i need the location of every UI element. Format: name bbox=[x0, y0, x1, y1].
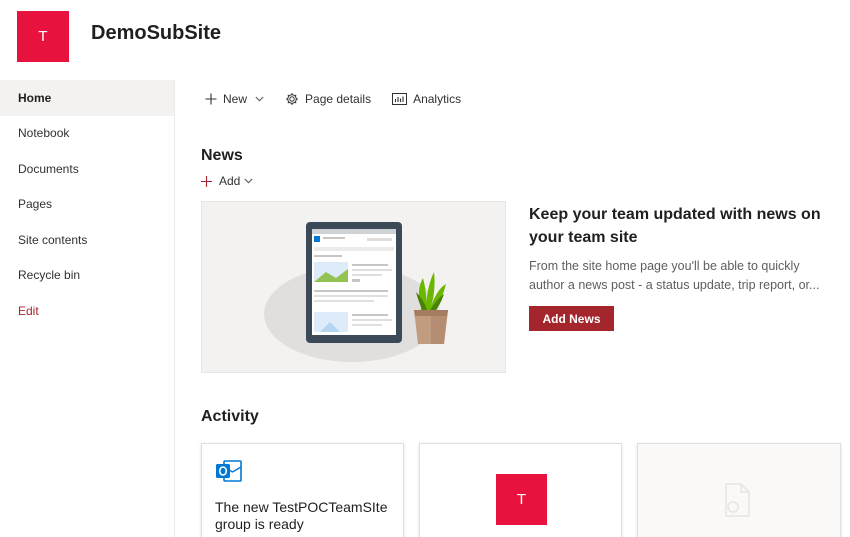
news-add-button[interactable]: Add bbox=[201, 174, 253, 188]
left-navigation: Home Notebook Documents Pages Site conte… bbox=[0, 80, 175, 537]
nav-item-pages[interactable]: Pages bbox=[0, 187, 174, 223]
gear-icon bbox=[286, 93, 299, 105]
activity-card[interactable]: The new TestPOCTeamSIte group is ready bbox=[201, 443, 404, 537]
nav-item-label: Notebook bbox=[18, 126, 70, 141]
analytics-label: Analytics bbox=[413, 92, 462, 106]
nav-edit-label: Edit bbox=[18, 303, 39, 318]
chevron-down-icon bbox=[255, 96, 264, 102]
site-logo-letter: T bbox=[38, 28, 48, 45]
news-illustration bbox=[201, 201, 506, 373]
activity-card-text: The new TestPOCTeamSIte group is ready bbox=[215, 499, 388, 532]
nav-item-site-contents[interactable]: Site contents bbox=[0, 222, 174, 258]
activity-section-title: Activity bbox=[201, 408, 259, 425]
group-logo-letter: T bbox=[516, 491, 527, 508]
nav-item-label: Home bbox=[18, 90, 52, 105]
news-section-title: News bbox=[201, 147, 243, 164]
command-bar: New Page details Analytics bbox=[205, 88, 482, 110]
site-title[interactable]: DemoSubSite bbox=[91, 22, 221, 45]
page-details-label: Page details bbox=[305, 92, 372, 106]
activity-card[interactable]: T bbox=[419, 443, 622, 537]
plus-icon bbox=[205, 93, 217, 105]
outlook-icon bbox=[216, 460, 242, 482]
news-add-label: Add bbox=[219, 174, 241, 188]
analytics-button[interactable]: Analytics bbox=[392, 92, 461, 106]
nav-edit-link[interactable]: Edit bbox=[0, 293, 174, 329]
activity-card[interactable] bbox=[637, 443, 841, 537]
group-logo: T bbox=[496, 474, 547, 525]
tablet-plant-illustration bbox=[264, 222, 448, 362]
new-button[interactable]: New bbox=[205, 92, 264, 106]
nav-item-notebook[interactable]: Notebook bbox=[0, 116, 174, 152]
file-icon bbox=[725, 483, 750, 517]
nav-item-label: Site contents bbox=[18, 232, 88, 247]
nav-item-home[interactable]: Home bbox=[0, 80, 174, 116]
chevron-down-icon bbox=[244, 178, 253, 184]
analytics-icon bbox=[392, 93, 408, 105]
nav-item-documents[interactable]: Documents bbox=[0, 151, 174, 187]
nav-item-label: Recycle bin bbox=[18, 268, 81, 283]
nav-item-label: Pages bbox=[18, 197, 53, 212]
add-news-button[interactable]: Add News bbox=[529, 306, 614, 331]
news-heading: Keep your team updated with news on your… bbox=[529, 206, 821, 246]
site-logo[interactable]: T bbox=[17, 11, 69, 62]
news-description: From the site home page you'll be able t… bbox=[529, 259, 820, 292]
nav-item-recycle-bin[interactable]: Recycle bin bbox=[0, 258, 174, 294]
nav-item-label: Documents bbox=[18, 161, 79, 176]
new-button-label: New bbox=[223, 92, 248, 106]
plus-icon bbox=[201, 175, 212, 187]
page-details-button[interactable]: Page details bbox=[285, 92, 371, 106]
